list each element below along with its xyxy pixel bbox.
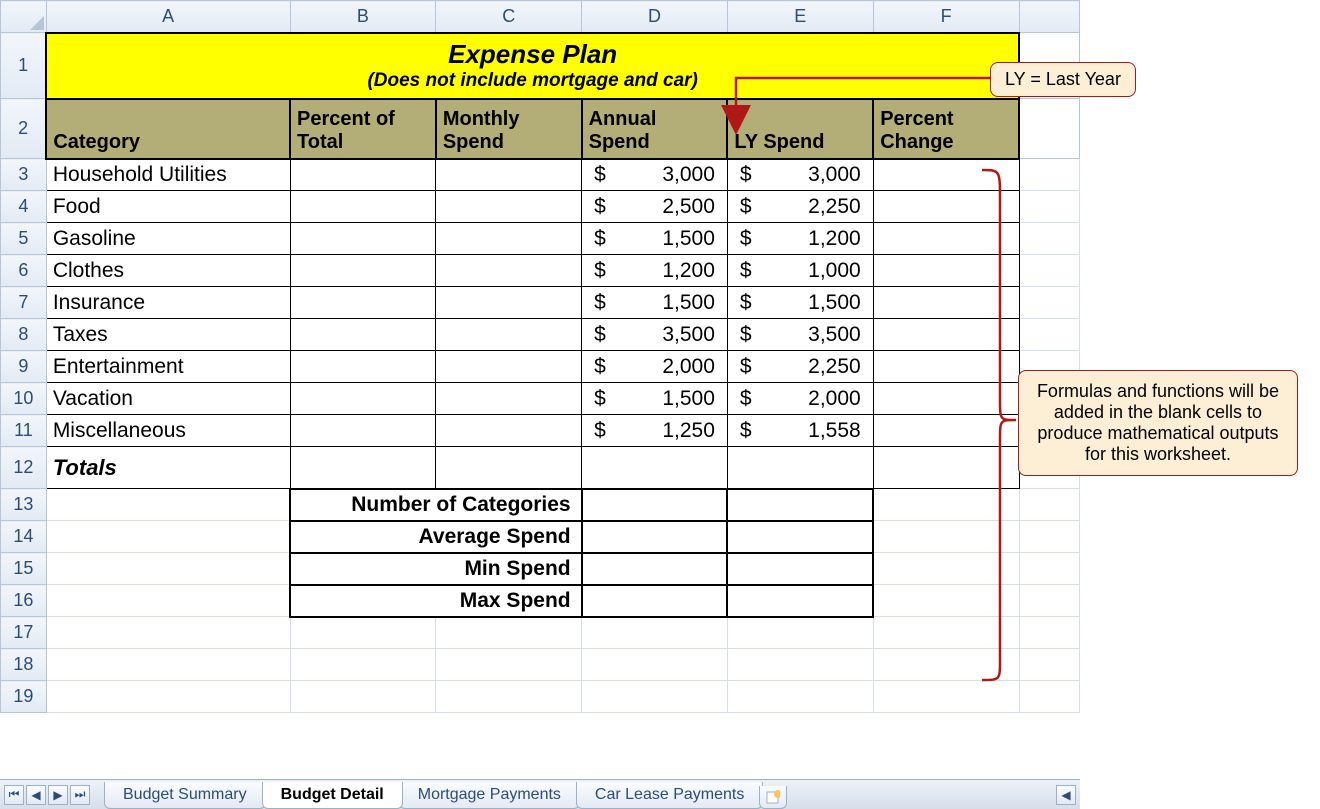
col-header-D[interactable]: D: [582, 1, 728, 33]
hscroll-left-icon[interactable]: ◀: [1056, 785, 1076, 805]
cell-pct[interactable]: [290, 159, 436, 191]
callout-formulas: Formulas and functions will be added in …: [1018, 370, 1298, 476]
summary-avg-label[interactable]: Average Spend: [290, 521, 582, 553]
row-header-15[interactable]: 15: [1, 553, 47, 585]
cell-ly[interactable]: $3,000: [727, 159, 873, 191]
row-header-8[interactable]: 8: [1, 319, 47, 351]
col-header-B[interactable]: B: [290, 1, 436, 33]
row-header-11[interactable]: 11: [1, 415, 47, 447]
cell-monthly[interactable]: [436, 159, 582, 191]
header-category[interactable]: Category: [46, 99, 290, 159]
tab-nav-last-icon[interactable]: ⏭: [70, 785, 90, 805]
sheet-tab-mortgage-payments[interactable]: Mortgage Payments: [399, 782, 580, 809]
header-annual-spend[interactable]: Annual Spend: [582, 99, 728, 159]
callout-ly: LY = Last Year: [990, 62, 1136, 97]
col-header-E[interactable]: E: [727, 1, 873, 33]
tab-nav-first-icon[interactable]: ⏮: [4, 785, 24, 805]
tab-nav-next-icon[interactable]: ▶: [48, 785, 68, 805]
row-header-2[interactable]: 2: [1, 99, 47, 159]
tab-nav-prev-icon[interactable]: ◀: [26, 785, 46, 805]
title-sub: (Does not include mortgage and car): [53, 70, 1012, 92]
row-header-13[interactable]: 13: [1, 489, 47, 521]
row-header-5[interactable]: 5: [1, 223, 47, 255]
summary-max-label[interactable]: Max Spend: [290, 585, 582, 617]
col-header-C[interactable]: C: [436, 1, 582, 33]
row-header-18[interactable]: 18: [1, 649, 47, 681]
cell-category[interactable]: Household Utilities: [46, 159, 290, 191]
row-header-17[interactable]: 17: [1, 617, 47, 649]
col-header-G[interactable]: [1019, 1, 1080, 33]
row-header-9[interactable]: 9: [1, 351, 47, 383]
callout-formulas-text: Formulas and functions will be added in …: [1037, 381, 1279, 464]
row-header-4[interactable]: 4: [1, 191, 47, 223]
totals-label[interactable]: Totals: [46, 447, 290, 489]
row-header-10[interactable]: 10: [1, 383, 47, 415]
insert-sheet-icon[interactable]: [759, 786, 787, 809]
cell-category[interactable]: Food: [46, 191, 290, 223]
cell-G3[interactable]: [1019, 159, 1080, 191]
row-header-6[interactable]: 6: [1, 255, 47, 287]
sheet-tab-car-lease-payments[interactable]: Car Lease Payments: [576, 782, 763, 809]
summary-numcat-e[interactable]: [727, 489, 873, 521]
header-ly-spend[interactable]: LY Spend: [727, 99, 873, 159]
row-header-1[interactable]: 1: [1, 33, 47, 99]
sheet-tab-budget-detail[interactable]: Budget Detail: [262, 782, 403, 809]
worksheet-area[interactable]: A B C D E F 1 Expense Plan (Does not inc…: [0, 0, 1080, 713]
row-header-3[interactable]: 3: [1, 159, 47, 191]
cell-change[interactable]: [873, 159, 1019, 191]
header-percent-total[interactable]: Percent of Total: [290, 99, 436, 159]
cell-annual[interactable]: $3,000: [582, 159, 728, 191]
row-header-14[interactable]: 14: [1, 521, 47, 553]
row-header-19[interactable]: 19: [1, 681, 47, 713]
header-percent-change[interactable]: Percent Change: [873, 99, 1019, 159]
summary-min-label[interactable]: Min Spend: [290, 553, 582, 585]
row-header-12[interactable]: 12: [1, 447, 47, 489]
cell-G2[interactable]: [1019, 99, 1080, 159]
sheet-tab-budget-summary[interactable]: Budget Summary: [104, 782, 266, 809]
title-main: Expense Plan: [53, 39, 1012, 70]
header-monthly-spend[interactable]: Monthly Spend: [436, 99, 582, 159]
row-header-7[interactable]: 7: [1, 287, 47, 319]
title-cell[interactable]: Expense Plan (Does not include mortgage …: [46, 33, 1019, 99]
spreadsheet-grid[interactable]: A B C D E F 1 Expense Plan (Does not inc…: [0, 0, 1080, 713]
col-header-F[interactable]: F: [873, 1, 1019, 33]
callout-ly-text: LY = Last Year: [1005, 69, 1121, 89]
col-header-A[interactable]: A: [46, 1, 290, 33]
summary-numcat-label[interactable]: Number of Categories: [290, 489, 582, 521]
select-all-corner[interactable]: [1, 1, 47, 33]
summary-numcat-d[interactable]: [582, 489, 728, 521]
sheet-tab-bar: ⏮ ◀ ▶ ⏭ Budget Summary Budget Detail Mor…: [0, 779, 1080, 809]
row-header-16[interactable]: 16: [1, 585, 47, 617]
